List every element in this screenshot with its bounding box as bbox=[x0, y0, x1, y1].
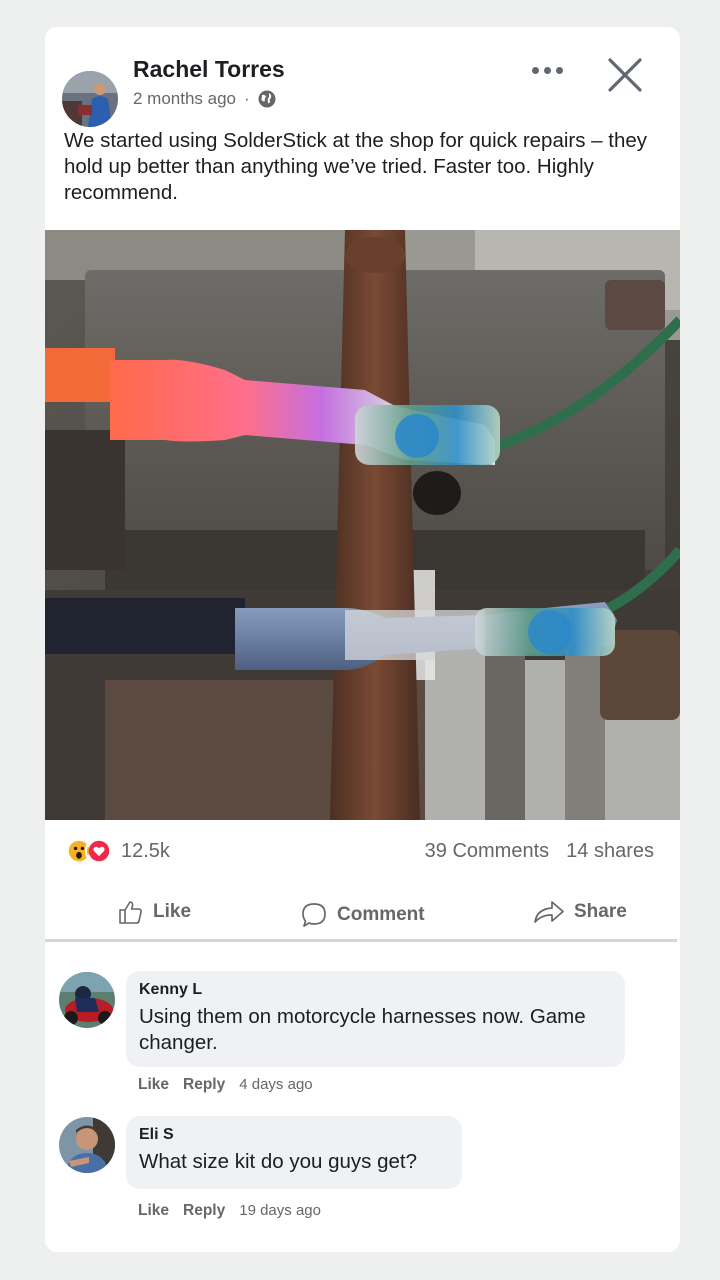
meta-separator: · bbox=[244, 89, 250, 108]
dot-icon bbox=[544, 66, 551, 74]
engagement-counts: 39 Comments 14 shares bbox=[425, 840, 654, 863]
comment-label: Comment bbox=[337, 904, 425, 925]
actions-divider bbox=[45, 939, 677, 942]
comment-text: Using them on motorcycle harnesses now. … bbox=[139, 1005, 586, 1054]
post-card: Rachel Torres 2 months ago · We started … bbox=[45, 27, 680, 1252]
dot-icon bbox=[532, 66, 539, 74]
thumbs-up-icon bbox=[119, 901, 142, 924]
commenter-name[interactable]: Eli S bbox=[139, 1126, 449, 1144]
comment-like-link[interactable]: Like bbox=[138, 1202, 169, 1220]
comment-bubble-icon bbox=[302, 903, 326, 927]
comment-bubble: Kenny L Using them on motorcycle harness… bbox=[126, 971, 625, 1067]
dot-icon bbox=[556, 66, 563, 74]
share-arrow-icon bbox=[534, 901, 564, 923]
comment-actions: Like Reply 19 days ago bbox=[138, 1202, 321, 1220]
comment-time[interactable]: 4 days ago bbox=[239, 1076, 312, 1093]
comment-actions: Like Reply 4 days ago bbox=[138, 1076, 313, 1094]
commenter-avatar[interactable] bbox=[59, 972, 115, 1028]
love-icon bbox=[85, 837, 113, 865]
commenter-avatar[interactable] bbox=[59, 1117, 115, 1173]
more-options-button[interactable] bbox=[532, 63, 564, 77]
share-label: Share bbox=[574, 901, 627, 922]
post-actions: Like Comment Share bbox=[45, 884, 680, 940]
comment-text: What size kit do you guys get? bbox=[139, 1150, 418, 1173]
comment-like-link[interactable]: Like bbox=[138, 1076, 169, 1094]
post-meta: 2 months ago · bbox=[133, 89, 276, 109]
globe-icon bbox=[258, 90, 276, 108]
close-icon[interactable] bbox=[605, 55, 645, 95]
post-time[interactable]: 2 months ago bbox=[133, 89, 236, 109]
commenter-name[interactable]: Kenny L bbox=[139, 981, 612, 999]
comments-count[interactable]: 39 Comments bbox=[425, 840, 550, 863]
reaction-summary[interactable]: 12.5k bbox=[65, 837, 170, 865]
comment-bubble: Eli S What size kit do you guys get? bbox=[126, 1116, 462, 1189]
like-button[interactable]: Like bbox=[118, 884, 191, 940]
like-label: Like bbox=[153, 901, 192, 922]
reaction-count: 12.5k bbox=[121, 839, 170, 862]
share-button[interactable]: Share bbox=[533, 884, 627, 940]
author-avatar[interactable] bbox=[62, 71, 118, 127]
comment-button[interactable]: Comment bbox=[300, 887, 425, 943]
comment-reply-link[interactable]: Reply bbox=[183, 1202, 225, 1220]
comment-reply-link[interactable]: Reply bbox=[183, 1076, 225, 1094]
post-photo[interactable] bbox=[45, 230, 680, 820]
comment-time[interactable]: 19 days ago bbox=[239, 1202, 321, 1219]
author-name[interactable]: Rachel Torres bbox=[133, 56, 285, 83]
shares-count[interactable]: 14 shares bbox=[566, 840, 654, 863]
post-text: We started using SolderStick at the shop… bbox=[64, 129, 648, 204]
